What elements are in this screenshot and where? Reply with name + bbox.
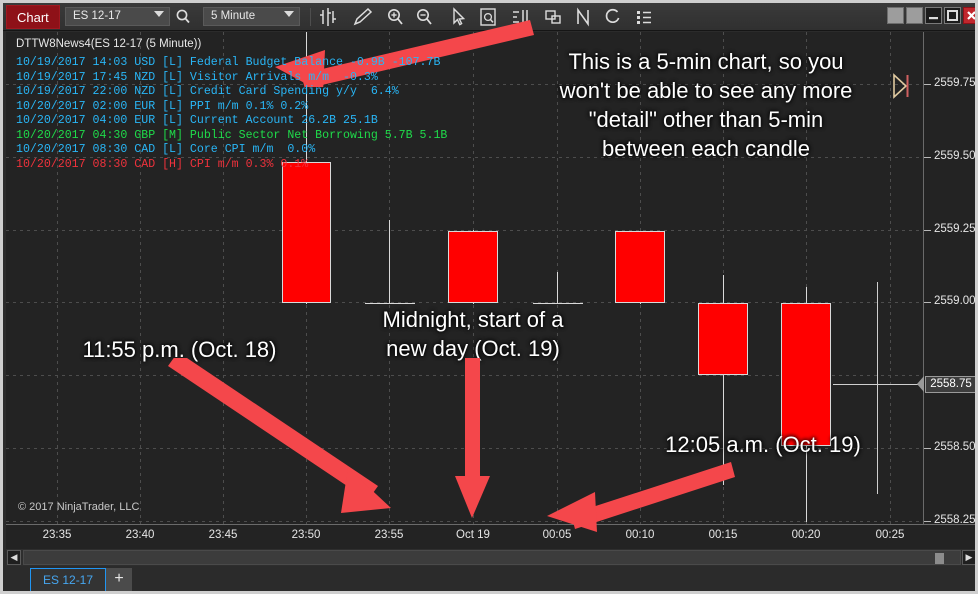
price-cursor-label: 2558.75	[925, 376, 975, 393]
news-row: 10/19/2017 14:03 USD [L] Federal Budget …	[16, 56, 441, 69]
window-button-2[interactable]	[906, 7, 923, 24]
tab-bar: ES 12-17 +	[6, 566, 975, 591]
candle-body	[448, 231, 498, 303]
time-tick-label: 00:25	[875, 529, 905, 541]
arrow-to-2350-candle	[168, 358, 391, 513]
instrument-select[interactable]: ES 12-17	[65, 7, 170, 26]
chart-indicator-title: DTTW8News4(ES 12-17 (5 Minute))	[16, 38, 202, 50]
window-button-1[interactable]	[887, 7, 904, 24]
instrument-select-value: ES 12-17	[73, 10, 121, 22]
candle-doji-line	[533, 303, 583, 304]
scrollbar-track[interactable]	[23, 550, 961, 565]
price-tick-label: 2559.50	[934, 150, 976, 162]
time-tick-label: 00:20	[791, 529, 821, 541]
anno-midnight: Midnight, start of a new day (Oct. 19)	[382, 307, 564, 361]
price-tick	[924, 448, 931, 449]
price-axis[interactable]: 2559.75 2559.50 2559.25 2559.00 2558.50 2558.…	[917, 32, 976, 524]
news-row: 10/20/2017 08:30 CAD [H] CPI m/m 0.3% 0.…	[16, 157, 309, 171]
scrollbar-thumb[interactable]	[935, 553, 944, 564]
news-row: 10/20/2017 02:00 EUR [L] PPI m/m 0.1% 0.…	[16, 99, 309, 113]
crosshair-vertical	[877, 282, 878, 494]
price-tick	[924, 230, 931, 231]
time-axis[interactable]: 23:35 23:40 23:45 23:50 23:55 Oct 19 00:05 00:1…	[6, 524, 975, 549]
candle-body	[615, 231, 665, 303]
horizontal-scrollbar[interactable]: ◀ ▶	[6, 549, 975, 566]
close-button[interactable]	[963, 7, 975, 24]
price-tick-label: 2558.25	[934, 514, 976, 524]
news-row: 10/20/2017 04:30 GBP [M] Public Sector N…	[16, 128, 448, 142]
news-row: 10/19/2017 17:45 NZD [L] Visitor Arrival…	[16, 70, 378, 84]
price-tick-label: 2559.00	[934, 295, 976, 307]
scroll-right-arrow[interactable]: ▶	[962, 550, 975, 565]
copyright-label: © 2017 NinjaTrader, LLC	[18, 501, 140, 513]
news-feed: 10/19/2017 14:03 USD [L] Federal Budget …	[16, 56, 447, 172]
price-tick	[924, 157, 931, 158]
objects-icon[interactable]	[540, 7, 566, 27]
indicator-icon[interactable]	[571, 7, 597, 27]
chevron-down-icon	[154, 11, 164, 17]
price-cursor-pointer	[917, 376, 924, 392]
time-tick-label: 23:40	[125, 529, 155, 541]
news-row: 10/20/2017 04:00 EUR [L] Current Account…	[16, 114, 378, 127]
anno-1205am: 12:05 a.m. (Oct. 19)	[665, 432, 861, 457]
price-tick	[924, 84, 931, 85]
list-icon[interactable]	[631, 7, 657, 27]
scroll-left-arrow[interactable]: ◀	[7, 550, 21, 565]
price-tick	[924, 521, 931, 522]
minimize-button[interactable]	[925, 7, 942, 24]
time-tick-label: 23:45	[208, 529, 238, 541]
arrow-to-0005-candle	[547, 462, 735, 532]
search-icon[interactable]	[174, 8, 194, 26]
add-tab-button[interactable]: +	[106, 568, 132, 591]
time-tick-label: 23:35	[42, 529, 72, 541]
candle-wick	[557, 272, 558, 304]
price-tick-label: 2559.25	[934, 223, 976, 235]
price-tick-label: 2559.75	[934, 77, 976, 89]
time-tick-label: 23:50	[291, 529, 321, 541]
chart-menu-button[interactable]: Chart	[6, 5, 60, 29]
candle-body	[781, 303, 831, 446]
tab-es-12-17[interactable]: ES 12-17	[30, 568, 107, 591]
candle-wick	[389, 220, 390, 303]
crosshair-horizontal	[833, 384, 923, 385]
news-row: 10/19/2017 22:00 NZD [L] Credit Card Spe…	[16, 85, 399, 98]
news-row: 10/20/2017 08:30 CAD [L] Core CPI m/m 0.…	[16, 143, 316, 156]
candle-doji-line	[365, 303, 415, 304]
time-tick-label: 23:55	[374, 529, 404, 541]
maximize-button[interactable]	[944, 7, 961, 24]
reload-icon[interactable]	[600, 7, 626, 27]
anno-5min-chart: This is a 5-min chart, so you won't be a…	[559, 49, 853, 161]
price-tick	[924, 302, 931, 303]
arrow-to-midnight-candle	[455, 358, 490, 518]
ninjatrader-chart-window: Chart ES 12-17 5 Minute DTTW8News4(ES 12…	[0, 0, 978, 594]
time-tick-label: Oct 19	[456, 529, 490, 541]
candle-body	[282, 162, 331, 303]
price-tick-label: 2558.50	[934, 441, 976, 453]
candle-body	[698, 303, 748, 375]
